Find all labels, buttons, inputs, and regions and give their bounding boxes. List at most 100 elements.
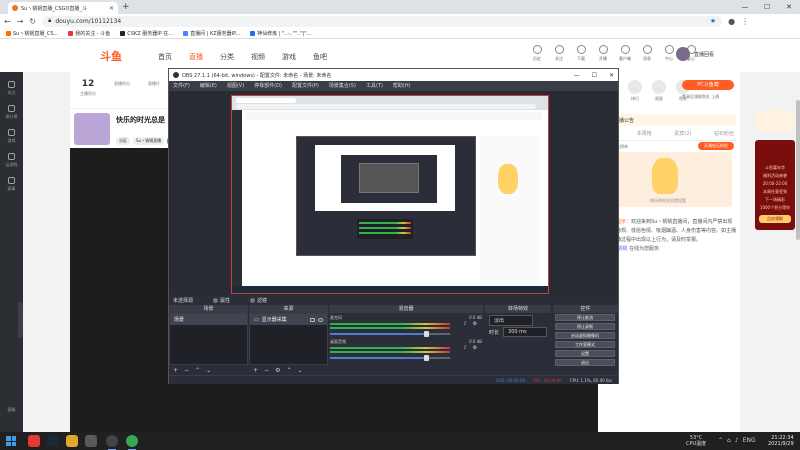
bookmark-item[interactable]: Su丶锅锅直播_CS... <box>6 30 58 37</box>
bookmark-star-icon[interactable]: ★ <box>710 17 716 25</box>
move-down-icon[interactable]: ⌄ <box>206 367 211 375</box>
steam-icon[interactable] <box>47 435 59 447</box>
sidebar-item-follow[interactable]: 关注 <box>0 81 23 96</box>
back-icon[interactable]: ← <box>4 17 11 26</box>
filters-button[interactable]: 滤镜 <box>250 297 267 304</box>
messages-button[interactable]: 消息 <box>640 45 654 62</box>
close-window-icon[interactable]: ✕ <box>778 0 800 14</box>
windows-start-icon[interactable] <box>6 436 16 446</box>
duration-input[interactable]: 300 ms <box>503 327 548 337</box>
nav-home[interactable]: 首页 <box>158 52 172 62</box>
properties-button[interactable]: 属性 <box>213 297 230 304</box>
volume-knob[interactable] <box>424 331 429 337</box>
sidebar-item-support[interactable]: 客服 <box>0 407 23 413</box>
menu-tools[interactable]: 工具(T) <box>366 81 383 91</box>
douyu-logo[interactable]: 斗鱼 <box>100 48 122 64</box>
stop-recording-button[interactable]: 停止录制 <box>555 323 615 330</box>
menu-help[interactable]: 帮助(H) <box>393 81 411 91</box>
username[interactable]: 直播回看 <box>694 51 714 58</box>
avatar[interactable] <box>676 47 690 61</box>
speaker-icon[interactable]: ♪ <box>462 345 468 351</box>
category-tag[interactable]: 分区 <box>116 137 130 145</box>
maximize-icon[interactable]: ☐ <box>756 0 778 14</box>
move-up-icon[interactable]: ⌃ <box>195 367 200 375</box>
volume-slider[interactable] <box>330 331 450 337</box>
transition-select[interactable]: 淡出 <box>489 315 533 326</box>
maximize-icon[interactable]: ☐ <box>592 72 597 79</box>
download-button[interactable]: 下载 <box>574 45 588 62</box>
nav-games[interactable]: 游戏 <box>282 52 296 62</box>
remove-source-icon[interactable]: − <box>264 367 269 375</box>
minimize-icon[interactable]: — <box>574 72 580 79</box>
studio-mode-button[interactable]: 工作室模式 <box>555 341 615 348</box>
sidebar-item-events[interactable]: 赛事 <box>0 177 23 192</box>
center-button[interactable]: 中心 <box>662 45 676 62</box>
anchor-notice[interactable]: 主播公告 <box>602 114 736 126</box>
reload-icon[interactable]: ↻ <box>29 17 36 26</box>
remove-scene-icon[interactable]: − <box>184 367 189 375</box>
virtual-camera-button[interactable]: 启动虚拟摄像机 <box>555 332 615 339</box>
stat-weekly[interactable]: 周星 <box>652 80 666 102</box>
source-item[interactable]: ▭ 显示器采集 <box>250 314 327 325</box>
history-button[interactable]: 历史 <box>530 45 544 62</box>
follow-button[interactable]: 关注 <box>552 45 566 62</box>
app-icon[interactable] <box>85 435 97 447</box>
go-live-button[interactable]: 开播 <box>596 45 610 62</box>
sidebar-item-cloud-games[interactable]: 云游戏 <box>0 153 23 168</box>
stop-streaming-button[interactable]: 停止推流 <box>555 314 615 321</box>
forward-icon[interactable]: → <box>17 17 24 26</box>
obs-preview[interactable] <box>169 91 618 295</box>
speaker-icon[interactable]: ♪ <box>462 321 468 327</box>
source-settings-icon[interactable]: ⚙ <box>275 367 280 375</box>
url-field[interactable]: 🔒︎ douyu.com/10112134 ★ <box>42 15 723 27</box>
netease-music-icon[interactable] <box>28 435 40 447</box>
sidebar-item-rank[interactable]: 排行榜 <box>0 105 23 120</box>
ad-banner-icon[interactable] <box>755 110 795 132</box>
ime-indicator[interactable]: ENG <box>743 437 756 444</box>
stat-rank[interactable]: 排行 <box>628 80 642 102</box>
close-tab-icon[interactable]: ✕ <box>109 5 114 12</box>
menu-file[interactable]: 文件(F) <box>173 81 190 91</box>
menu-scene-collection[interactable]: 场景集合(S) <box>329 81 356 91</box>
lock-icon[interactable] <box>310 317 315 322</box>
settings-button[interactable]: 设置 <box>555 350 615 357</box>
menu-docks[interactable]: 停靠部件(D) <box>254 81 282 91</box>
ad-banner[interactable]: 斗鱼嘉年华 福利活动来袭 20:00-22:00 本周任意签到 下一场精彩 10… <box>755 140 795 230</box>
new-tab-icon[interactable]: + <box>122 2 130 12</box>
gear-icon[interactable]: ⚙ <box>472 321 478 327</box>
menu-view[interactable]: 视图(V) <box>227 81 244 91</box>
volume-knob[interactable] <box>424 355 429 361</box>
close-icon[interactable]: ✕ <box>609 72 614 79</box>
bookmark-item[interactable]: CSKZ 服务器IP 在... <box>120 30 173 37</box>
minimize-icon[interactable]: — <box>734 0 756 14</box>
streamer-avatar[interactable] <box>74 113 110 145</box>
move-down-icon[interactable]: ⌄ <box>297 367 302 375</box>
browser-tab[interactable]: Su丶锅锅直播_CSGO直播_斗 ✕ <box>8 2 118 14</box>
nav-yuba[interactable]: 鱼吧 <box>313 52 327 62</box>
clock[interactable]: 21:22:34 2021/9/29 <box>768 435 794 447</box>
menu-profile[interactable]: 配置文件(P) <box>292 81 319 91</box>
bookmark-item[interactable]: 我的关注 - 斗鱼 <box>68 30 110 37</box>
eye-icon[interactable] <box>318 317 323 322</box>
ad-cta-button[interactable]: 点击领取 <box>759 215 791 223</box>
login-hint[interactable]: 登录后领取鱼丸 上线 <box>682 94 719 100</box>
chevron-up-icon[interactable]: ⌃ <box>718 437 723 444</box>
add-source-icon[interactable]: + <box>253 367 258 375</box>
diamond-fans-button[interactable]: 开通钻石粉丝 <box>698 142 734 150</box>
chrome-icon[interactable] <box>126 435 138 450</box>
scene-item[interactable]: 场景 <box>170 314 247 325</box>
sidebar-collapse-handle[interactable] <box>18 302 23 338</box>
obs-titlebar[interactable]: OBS 27.1.1 (64-bit, windows) - 配置文件: 未命名… <box>169 69 618 81</box>
volume-slider[interactable] <box>330 355 450 361</box>
volume-icon[interactable]: ♪ <box>735 437 739 444</box>
exit-button[interactable]: 退出 <box>555 359 615 366</box>
menu-icon[interactable]: ⋮ <box>741 17 749 26</box>
bookmark-item[interactable]: 神仙修炼 | "..-.."".."|"... <box>250 30 311 37</box>
add-scene-icon[interactable]: + <box>173 367 178 375</box>
streamer-name[interactable]: Su丶锅锅直播 <box>133 137 165 145</box>
nav-live[interactable]: 直播 <box>189 52 203 62</box>
move-up-icon[interactable]: ⌃ <box>286 367 291 375</box>
tab-vip-count[interactable]: 贵宾(2) <box>674 130 691 137</box>
page-scrollbar[interactable] <box>796 100 800 240</box>
menu-edit[interactable]: 编辑(E) <box>200 81 217 91</box>
